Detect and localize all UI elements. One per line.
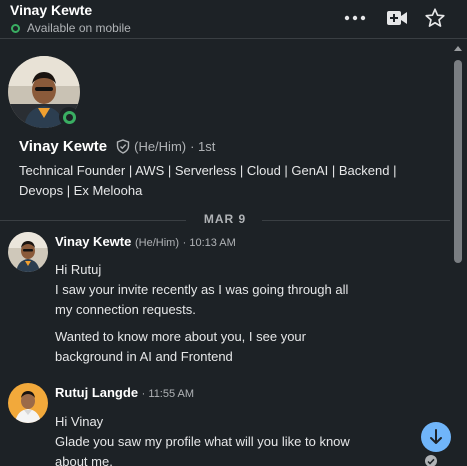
message-line: Hi Rutuj (55, 262, 102, 277)
connection-degree: · 1st (190, 139, 216, 154)
header-contact-name[interactable]: Vinay Kewte (10, 2, 92, 18)
conversation-header: Vinay Kewte Available on mobile (0, 0, 467, 39)
sender-avatar[interactable] (8, 383, 48, 423)
more-options-icon (344, 15, 366, 21)
message-line: Wanted to know more about you, I see you… (55, 329, 306, 344)
profile-name-row: Vinay Kewte (He/Him) · 1st (19, 138, 215, 155)
message-body: Hi Rutuj I saw your invite recently as I… (55, 260, 395, 320)
message-line: Glade you saw my profile what will you l… (55, 434, 350, 449)
sender-avatar[interactable] (8, 232, 48, 272)
profile-pronouns: (He/Him) (134, 139, 187, 154)
scroll-up-arrow-icon[interactable] (454, 46, 462, 51)
headline-line: Devops | Ex Melooha (19, 183, 143, 198)
date-separator: MAR 9 (0, 212, 450, 228)
message-line: background in AI and Frontend (55, 349, 233, 364)
verified-shield-icon (116, 139, 130, 154)
message-sender[interactable]: Rutuj Langde (55, 385, 138, 400)
profile-name[interactable]: Vinay Kewte (19, 138, 107, 155)
scrollbar[interactable] (450, 40, 467, 466)
mobile-status-icon (11, 23, 20, 33)
message-sender[interactable]: Vinay Kewte (55, 234, 131, 249)
message-line: about me. (55, 454, 113, 466)
video-call-icon (387, 11, 407, 25)
message-sender-pronouns: (He/Him) (134, 237, 179, 249)
headline-line: Technical Founder | AWS | Serverless | C… (19, 163, 397, 178)
arrow-down-icon (430, 429, 442, 444)
online-status-badge (59, 107, 79, 127)
message-timestamp: · 10:13 AM (182, 237, 236, 249)
profile-headline: Technical Founder | AWS | Serverless | C… (19, 161, 429, 201)
message-timestamp: · 11:55 AM (141, 388, 195, 400)
star-icon (425, 8, 445, 27)
date-separator-label: MAR 9 (203, 212, 247, 226)
read-receipt-icon (425, 455, 437, 466)
more-options-button[interactable] (342, 6, 368, 30)
scrollbar-thumb[interactable] (454, 60, 462, 263)
message-line: I saw your invite recently as I was goin… (55, 282, 349, 297)
message-body: Hi Vinay Glade you saw my profile what w… (55, 412, 395, 466)
video-call-button[interactable] (384, 6, 410, 30)
header-status: Available on mobile (11, 21, 131, 35)
jump-to-latest-button[interactable] (421, 422, 451, 452)
message-body: Wanted to know more about you, I see you… (55, 327, 395, 367)
star-button[interactable] (422, 6, 448, 30)
message-header: Vinay Kewte (He/Him) · 10:13 AM (55, 234, 236, 249)
message-line: Hi Vinay (55, 414, 104, 429)
message-line: my connection requests. (55, 302, 196, 317)
header-status-text: Available on mobile (27, 21, 131, 35)
message-thread[interactable]: Vinay Kewte (He/Him) · 1st Technical Fou… (0, 40, 450, 466)
message-header: Rutuj Langde · 11:55 AM (55, 385, 194, 400)
